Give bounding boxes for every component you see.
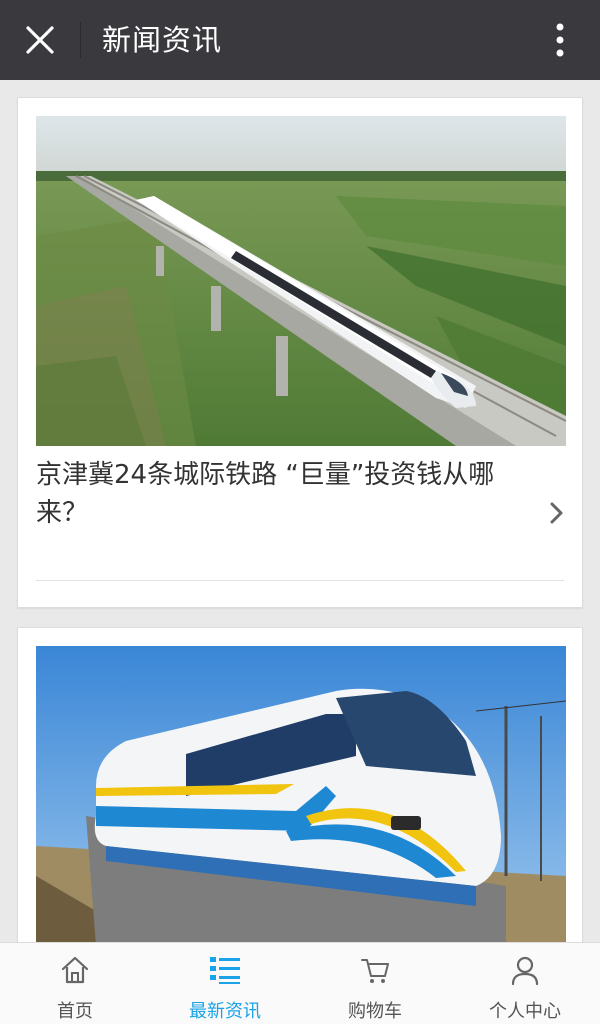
tab-label: 购物车 [348, 1001, 402, 1022]
tab-label: 最新资讯 [189, 1001, 261, 1022]
bottom-tab-bar: 首页 最新资讯 购物车 个人中心 [0, 942, 600, 1024]
tab-profile[interactable]: 个人中心 [450, 943, 600, 1024]
news-list-icon [208, 953, 242, 987]
news-list[interactable]: 京津冀24条城际铁路 “巨量”投资钱从哪来？ [0, 80, 600, 942]
news-card[interactable] [17, 627, 583, 942]
user-icon [508, 953, 542, 987]
close-button[interactable] [18, 18, 62, 62]
page-title: 新闻资讯 [102, 23, 223, 57]
top-bar: 新闻资讯 [0, 0, 600, 80]
tab-latest-news[interactable]: 最新资讯 [150, 943, 300, 1024]
news-card[interactable]: 京津冀24条城际铁路 “巨量”投资钱从哪来？ [17, 97, 583, 608]
close-icon [26, 26, 54, 54]
more-menu-button[interactable] [538, 18, 582, 62]
chevron-right-icon[interactable] [548, 500, 566, 526]
high-speed-train-photo [36, 116, 566, 446]
article-title[interactable]: 京津冀24条城际铁路 “巨量”投资钱从哪来？ [36, 456, 536, 532]
maglev-train-photo [36, 646, 566, 942]
tab-cart[interactable]: 购物车 [300, 943, 450, 1024]
tab-label: 首页 [57, 1001, 93, 1022]
tab-label: 个人中心 [489, 1001, 561, 1022]
cart-icon [358, 953, 392, 987]
home-icon [58, 953, 92, 987]
header-divider [80, 22, 81, 58]
more-vertical-icon [556, 23, 564, 57]
tab-home[interactable]: 首页 [0, 943, 150, 1024]
card-divider [36, 580, 564, 581]
